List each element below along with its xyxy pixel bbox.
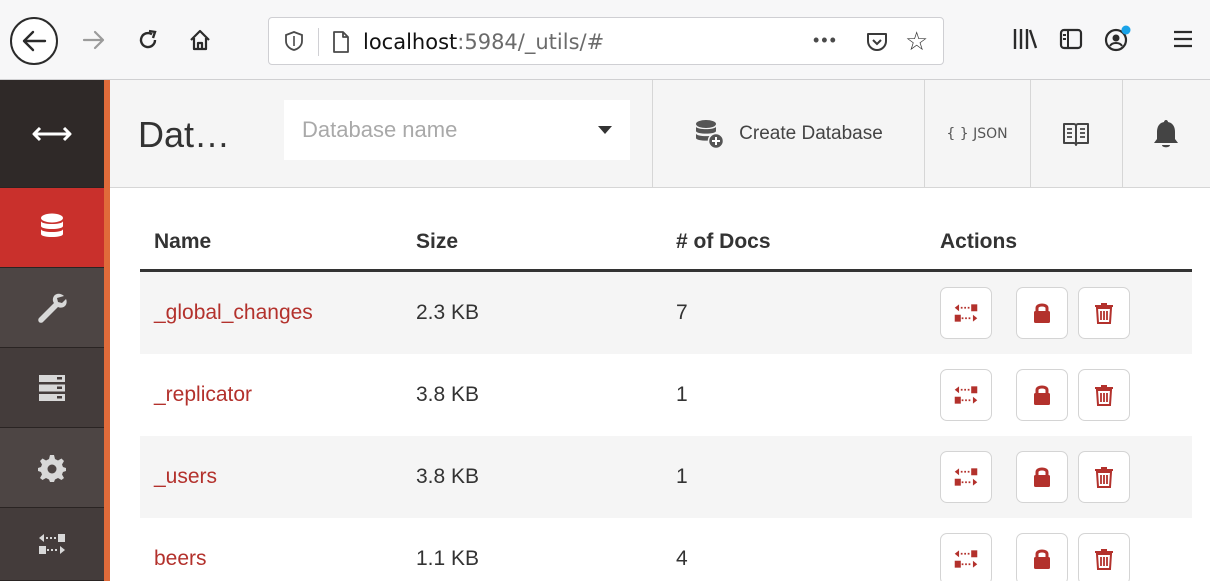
- url-path: :5984/_utils/#: [457, 30, 605, 54]
- replication-icon: [954, 468, 978, 486]
- wrench-icon: [38, 293, 67, 323]
- url-host: localhost: [363, 30, 458, 54]
- database-doc-count: 1: [676, 465, 688, 488]
- lock-icon: [1034, 467, 1050, 487]
- star-icon[interactable]: ☆: [905, 26, 928, 56]
- page-actions-button[interactable]: •••: [813, 30, 838, 51]
- trash-icon: [1095, 467, 1113, 488]
- account-button[interactable]: [1100, 22, 1134, 56]
- library-icon: [1013, 29, 1038, 49]
- url-divider: [318, 28, 319, 56]
- create-database-label: Create Database: [739, 123, 883, 144]
- database-name-input[interactable]: Database name: [284, 100, 630, 160]
- permissions-button[interactable]: [1016, 287, 1068, 339]
- delete-database-button[interactable]: [1078, 451, 1130, 503]
- database-doc-count: 4: [676, 547, 688, 570]
- trash-icon: [1095, 549, 1113, 570]
- create-database-icon: [696, 120, 725, 150]
- sidebar-item-configuration[interactable]: [0, 268, 104, 348]
- replicate-button[interactable]: [940, 533, 992, 581]
- book-icon: [1063, 123, 1089, 146]
- forward-arrow-icon: [82, 30, 105, 50]
- database-doc-count: 7: [676, 301, 688, 324]
- page-icon[interactable]: [331, 30, 351, 54]
- delete-database-button[interactable]: [1078, 369, 1130, 421]
- sidebar-item-databases[interactable]: [0, 188, 104, 268]
- column-header-actions: Actions: [940, 230, 1018, 253]
- url-bar[interactable]: localhost:5984/_utils/# ••• ☆: [268, 17, 944, 65]
- json-button[interactable]: { } JSON: [924, 80, 1030, 188]
- account-icon: [1104, 25, 1131, 52]
- sidebar-toggle-button[interactable]: [0, 80, 104, 188]
- table-row: beers 1.1 KB 4: [140, 518, 1192, 581]
- table-row: _users 3.8 KB 1: [140, 436, 1192, 518]
- page-title: Dat…: [138, 114, 231, 155]
- database-name-link[interactable]: beers: [154, 545, 207, 573]
- pocket-icon[interactable]: [865, 30, 889, 54]
- permissions-button[interactable]: [1016, 369, 1068, 421]
- table-row: _replicator 3.8 KB 1: [140, 354, 1192, 436]
- table-header-row: Name Size # of Docs Actions: [140, 214, 1192, 272]
- replication-icon: [954, 550, 978, 568]
- database-size: 3.8 KB: [416, 383, 480, 406]
- lock-icon: [1034, 303, 1050, 323]
- database-name-link[interactable]: _users: [154, 463, 217, 491]
- delete-database-button[interactable]: [1078, 287, 1130, 339]
- sidebar-item-setup[interactable]: [0, 348, 104, 428]
- notifications-button[interactable]: [1122, 80, 1210, 188]
- create-database-button[interactable]: Create Database: [652, 80, 924, 188]
- delete-database-button[interactable]: [1078, 533, 1130, 581]
- trash-icon: [1095, 385, 1113, 406]
- home-button[interactable]: [180, 20, 220, 60]
- replicate-button[interactable]: [940, 451, 992, 503]
- lock-icon: [1034, 385, 1050, 405]
- replicate-button[interactable]: [940, 287, 992, 339]
- sidebar-icon: [1059, 28, 1083, 50]
- replication-icon: [954, 386, 978, 404]
- column-header-docs[interactable]: # of Docs: [676, 228, 771, 256]
- library-button[interactable]: [1008, 22, 1042, 56]
- documentation-button[interactable]: [1030, 80, 1122, 188]
- sidebar-item-settings[interactable]: [0, 428, 104, 508]
- column-header-name[interactable]: Name: [154, 228, 211, 256]
- shield-icon[interactable]: [283, 30, 305, 52]
- database-size: 3.8 KB: [416, 465, 480, 488]
- permissions-button[interactable]: [1016, 533, 1068, 581]
- reload-button[interactable]: [128, 20, 168, 60]
- database-doc-count: 1: [676, 383, 688, 406]
- database-name-link[interactable]: _global_changes: [154, 299, 313, 327]
- menu-button[interactable]: [1166, 22, 1200, 56]
- expand-arrows-icon: [32, 126, 72, 141]
- permissions-button[interactable]: [1016, 451, 1068, 503]
- hamburger-menu-icon: [1174, 30, 1192, 48]
- database-size: 1.1 KB: [416, 547, 480, 570]
- database-icon: [41, 213, 63, 237]
- replication-icon: [954, 304, 978, 322]
- lock-icon: [1034, 549, 1050, 569]
- left-sidebar: [0, 80, 110, 581]
- database-name-link[interactable]: _replicator: [154, 381, 252, 409]
- replication-icon: [39, 534, 65, 554]
- page-header: Dat… Database name Create Database { } J…: [110, 80, 1210, 188]
- forward-button[interactable]: [74, 20, 114, 60]
- sidebar-button[interactable]: [1054, 22, 1088, 56]
- database-name-placeholder: Database name: [302, 117, 458, 142]
- gear-icon: [38, 454, 66, 482]
- bell-icon: [1154, 120, 1178, 148]
- chevron-down-icon: [598, 126, 612, 134]
- url-text[interactable]: localhost:5984/_utils/#: [363, 29, 604, 55]
- back-button[interactable]: [10, 17, 58, 65]
- back-arrow-icon: [22, 30, 47, 52]
- sidebar-item-replication[interactable]: [0, 508, 104, 581]
- reload-icon: [139, 29, 157, 49]
- browser-toolbar: localhost:5984/_utils/# ••• ☆: [0, 0, 1210, 80]
- home-icon: [190, 29, 210, 51]
- table-row: _global_changes 2.3 KB 7: [140, 272, 1192, 354]
- database-size: 2.3 KB: [416, 301, 480, 324]
- server-icon: [39, 374, 65, 401]
- trash-icon: [1095, 303, 1113, 324]
- column-header-size[interactable]: Size: [416, 228, 458, 256]
- replicate-button[interactable]: [940, 369, 992, 421]
